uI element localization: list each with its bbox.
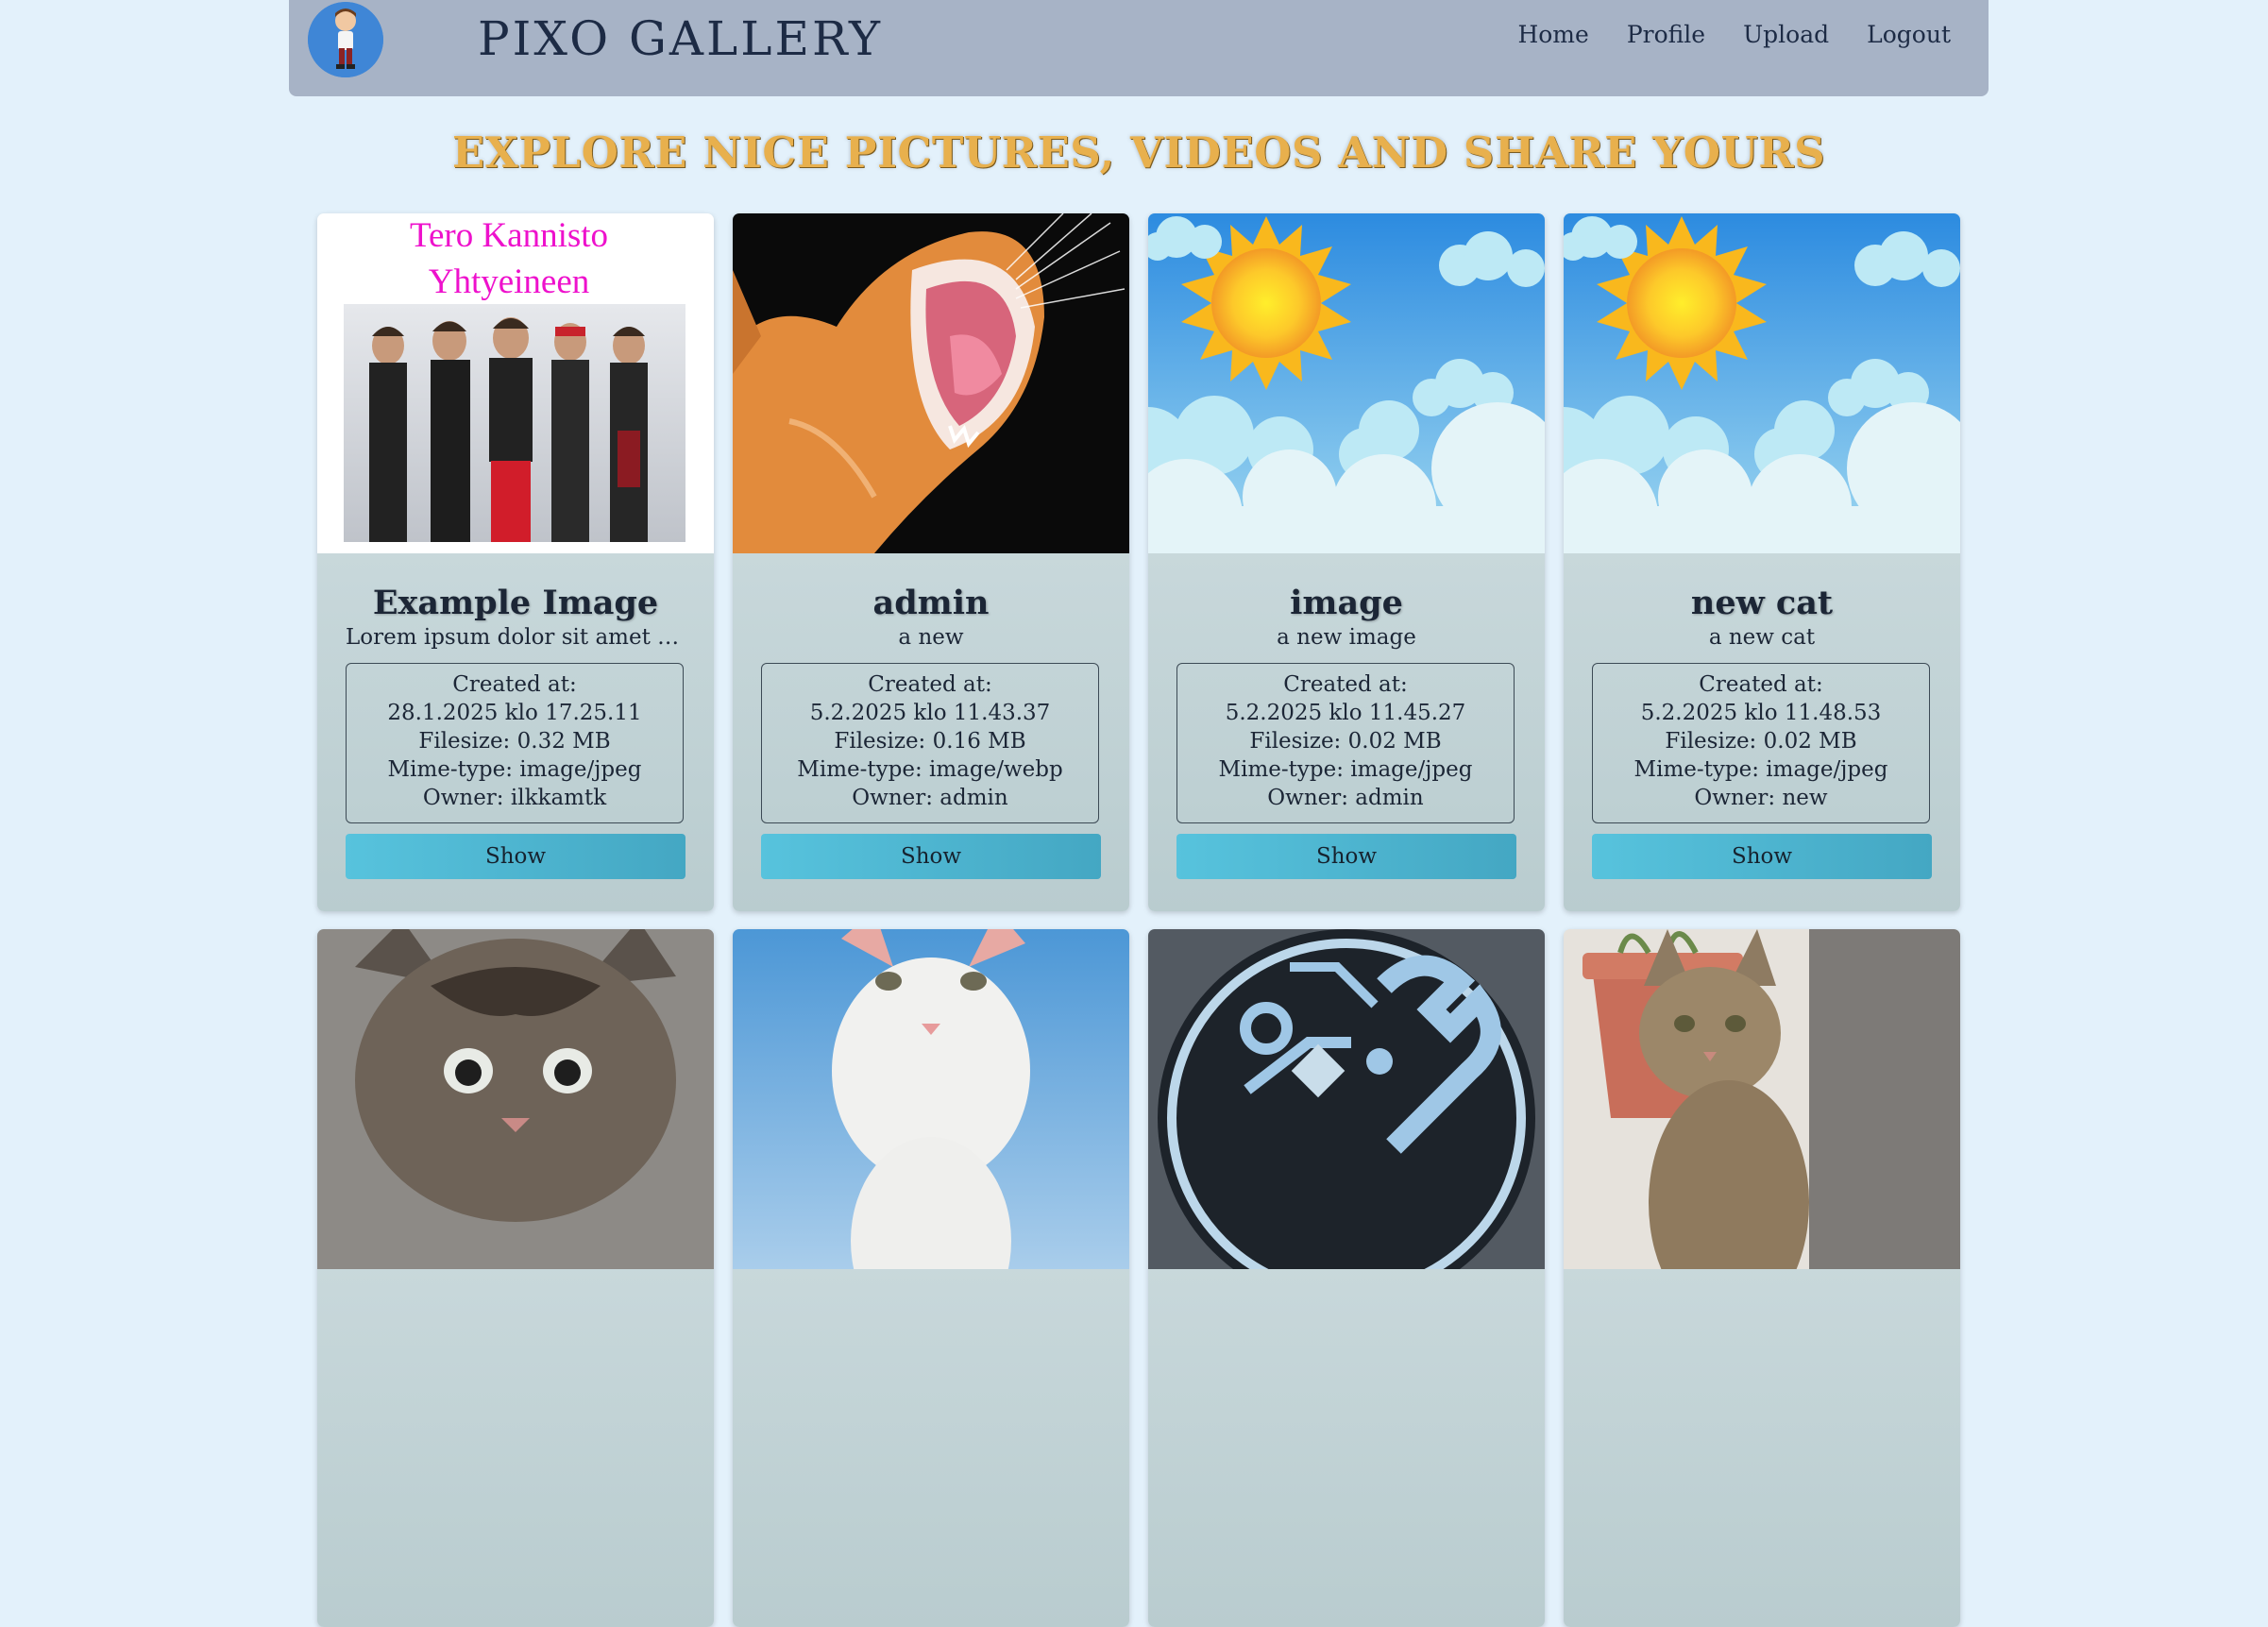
media-thumbnail[interactable]: [317, 929, 714, 1269]
white-kitten-image: [733, 929, 1129, 1269]
media-card: Tero Kannisto Yhtyeineen Example Image L…: [317, 213, 714, 911]
media-card: [733, 929, 1129, 1627]
owner-value: Owner: admin: [1267, 786, 1424, 810]
media-thumbnail[interactable]: [1148, 213, 1545, 553]
card-description: a new: [898, 625, 964, 650]
page-heading: EXPLORE NICE PICTURES, VIDEOS AND SHARE …: [451, 127, 1826, 178]
media-card: new cat a new cat Created at: 5.2.2025 k…: [1564, 213, 1960, 911]
owner-value: Owner: new: [1694, 786, 1828, 810]
top-navbar: PIXO GALLERY Home Profile Upload Logout: [289, 0, 1989, 96]
created-value: 28.1.2025 klo 17.25.11: [387, 701, 642, 725]
created-label: Created at:: [1283, 672, 1408, 697]
mime-type-value: Mime-type: image/webp: [797, 757, 1063, 782]
filesize-value: Filesize: 0.16 MB: [834, 729, 1026, 754]
sun-clouds-image: [1564, 213, 1960, 553]
nav-logout-link[interactable]: Logout: [1867, 21, 1951, 48]
wrench-circuit-logo-image: [1148, 929, 1545, 1269]
created-value: 5.2.2025 klo 11.48.53: [1640, 701, 1882, 725]
card-description: Lorem ipsum dolor sit amet consectetur: [346, 625, 685, 650]
show-button[interactable]: Show: [1592, 834, 1932, 879]
media-thumbnail[interactable]: [1564, 929, 1960, 1269]
card-metadata-box: Created at: 28.1.2025 klo 17.25.11 Files…: [346, 663, 684, 823]
show-button[interactable]: Show: [761, 834, 1101, 879]
poster-text-line: Yhtyeineen: [429, 263, 590, 301]
nav-profile-link[interactable]: Profile: [1627, 21, 1705, 48]
site-title: PIXO GALLERY: [478, 11, 884, 66]
tabby-kitten-image: [1564, 929, 1960, 1269]
nav-home-link[interactable]: Home: [1517, 21, 1588, 48]
band-poster-image: Tero Kannisto Yhtyeineen: [317, 213, 714, 553]
owner-value: Owner: ilkkamtk: [422, 786, 607, 810]
created-label: Created at:: [452, 672, 577, 697]
card-title: image: [1290, 584, 1403, 622]
mime-type-value: Mime-type: image/jpeg: [1633, 757, 1888, 782]
media-thumbnail[interactable]: [733, 213, 1129, 553]
cartoon-character-icon: [308, 2, 383, 77]
created-value: 5.2.2025 klo 11.45.27: [1225, 701, 1466, 725]
created-label: Created at:: [1699, 672, 1823, 697]
logo-avatar[interactable]: [308, 2, 383, 77]
show-button[interactable]: Show: [346, 834, 685, 879]
filesize-value: Filesize: 0.32 MB: [418, 729, 611, 754]
owner-value: Owner: admin: [852, 786, 1008, 810]
media-card: [1564, 929, 1960, 1627]
nav-upload-link[interactable]: Upload: [1743, 21, 1829, 48]
card-title: admin: [872, 584, 990, 622]
show-button[interactable]: Show: [1176, 834, 1516, 879]
card-metadata-box: Created at: 5.2.2025 klo 11.43.37 Filesi…: [761, 663, 1099, 823]
card-metadata-box: Created at: 5.2.2025 klo 11.48.53 Filesi…: [1592, 663, 1930, 823]
card-title: new cat: [1690, 584, 1834, 622]
card-description: a new cat: [1708, 625, 1816, 650]
media-thumbnail[interactable]: [1148, 929, 1545, 1269]
mime-type-value: Mime-type: image/jpeg: [1218, 757, 1473, 782]
yawning-cat-image: [733, 213, 1129, 553]
card-metadata-box: Created at: 5.2.2025 klo 11.45.27 Filesi…: [1176, 663, 1515, 823]
mime-type-value: Mime-type: image/jpeg: [387, 757, 642, 782]
media-thumbnail[interactable]: [733, 929, 1129, 1269]
media-card: [1148, 929, 1545, 1627]
kitten-image: [317, 929, 714, 1269]
media-grid: Tero Kannisto Yhtyeineen Example Image L…: [317, 213, 1960, 1627]
media-thumbnail[interactable]: Tero Kannisto Yhtyeineen: [317, 213, 714, 553]
filesize-value: Filesize: 0.02 MB: [1249, 729, 1442, 754]
card-description: a new image: [1277, 625, 1416, 650]
media-card: image a new image Created at: 5.2.2025 k…: [1148, 213, 1545, 911]
media-card: [317, 929, 714, 1627]
main-nav: Home Profile Upload Logout: [1517, 21, 1951, 48]
created-label: Created at:: [868, 672, 992, 697]
media-thumbnail[interactable]: [1564, 213, 1960, 553]
sun-clouds-image: [1148, 213, 1545, 553]
filesize-value: Filesize: 0.02 MB: [1665, 729, 1857, 754]
card-title: Example Image: [372, 584, 659, 622]
media-card: admin a new Created at: 5.2.2025 klo 11.…: [733, 213, 1129, 911]
poster-text-line: Tero Kannisto: [410, 216, 608, 255]
created-value: 5.2.2025 klo 11.43.37: [809, 701, 1051, 725]
